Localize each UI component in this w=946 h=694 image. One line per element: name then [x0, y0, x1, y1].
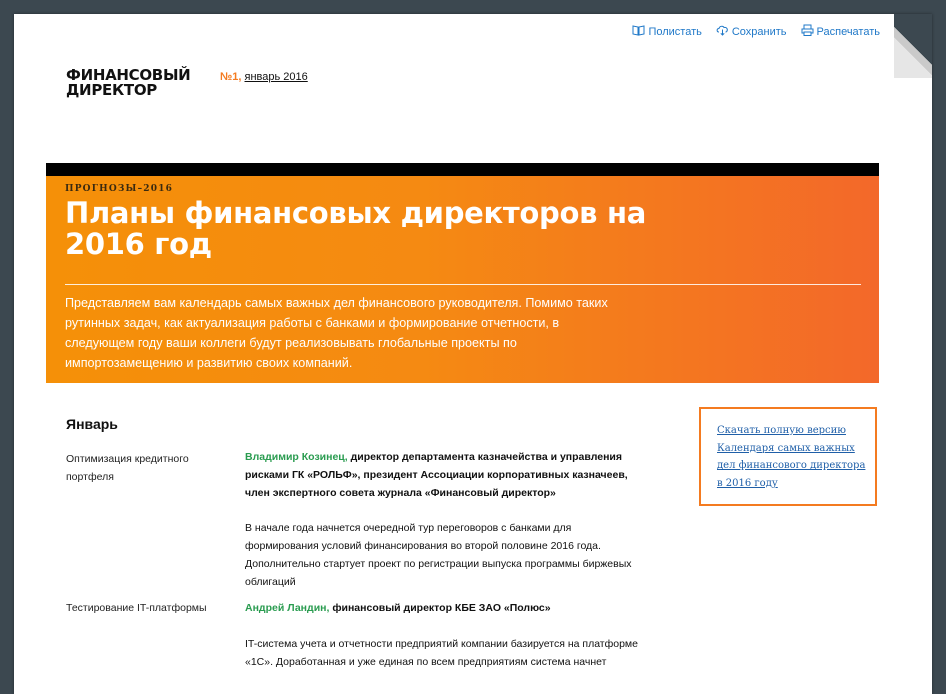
toolbar: Полистать Сохранить Распечатать [632, 24, 880, 39]
hero-kicker: ПРОГНОЗЫ–2016 [65, 184, 174, 194]
cloud-download-icon [716, 24, 729, 39]
magazine-logo[interactable]: ФИНАНСОВЫЙ ДИРЕКТОР [66, 68, 191, 99]
print-label: Распечатать [816, 25, 880, 38]
expert-name: Владимир Козинец, [245, 451, 348, 463]
entry-text: IT-система учета и отчетности предприяти… [245, 638, 638, 668]
task-label: Оптимизация кредитного портфеля [66, 453, 189, 483]
expert-info: Владимир Козинец, директор департамента … [245, 448, 645, 502]
article-lead: Представляем вам календарь самых важных … [65, 296, 608, 370]
expert-name: Андрей Ландин, [245, 602, 330, 614]
flip-label: Полистать [648, 25, 702, 38]
expert-info: Андрей Ландин, финансовый директор КБЕ З… [245, 599, 645, 617]
task-label: Тестирование IT-платформы [66, 602, 207, 614]
hero-top-bar [46, 163, 879, 176]
book-icon [632, 24, 645, 39]
article-title: Планы финансовых директоров на 2016 год [65, 196, 646, 261]
flip-button[interactable]: Полистать [632, 24, 702, 39]
expert-role: финансовый директор КБЕ ЗАО «Полюс» [329, 602, 551, 614]
issue-number: №1, [220, 71, 242, 83]
save-button[interactable]: Сохранить [716, 24, 787, 39]
download-calendar-link[interactable]: Скачать полную версию Календаря самых ва… [717, 422, 867, 492]
entry-text: В начале года начнется очередной тур пер… [245, 522, 632, 588]
print-button[interactable]: Распечатать [801, 24, 880, 39]
issue-date-link[interactable]: январь 2016 [245, 71, 308, 83]
printer-icon [801, 24, 814, 39]
issue-info: №1, январь 2016 [220, 71, 308, 83]
hero-banner: ПРОГНОЗЫ–2016 Планы финансовых директоро… [46, 176, 879, 383]
page-sheet: Полистать Сохранить Распечатать ФИНАНСОВ… [14, 14, 932, 694]
page-curl [894, 14, 932, 78]
download-box: Скачать полную версию Календаря самых ва… [699, 407, 877, 506]
save-label: Сохранить [731, 25, 787, 38]
month-heading: Январь [66, 416, 118, 432]
hero-divider [65, 284, 861, 285]
logo-line-2: ДИРЕКТОР [66, 81, 157, 99]
